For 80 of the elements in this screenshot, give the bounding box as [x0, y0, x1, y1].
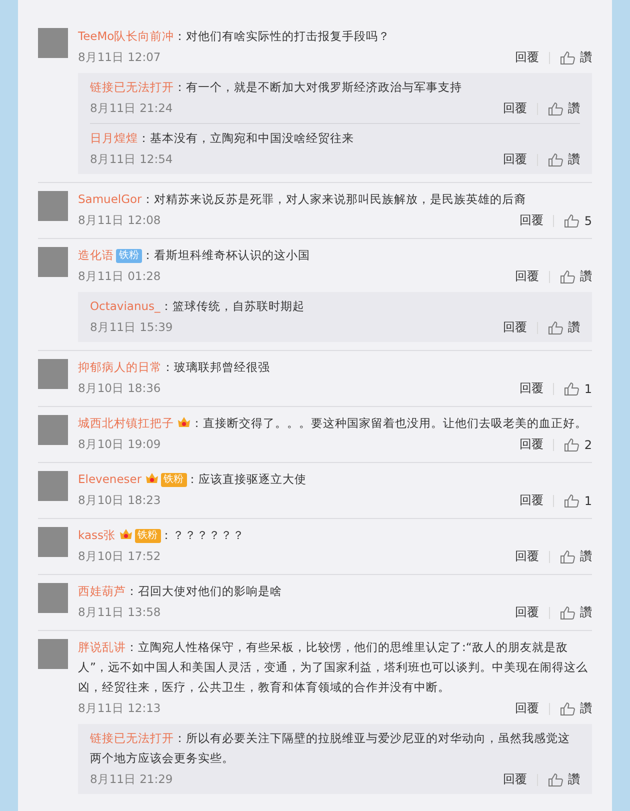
thumbs-up-icon	[560, 606, 575, 620]
thumbs-up-icon	[560, 702, 575, 716]
comment-time: 8月10日 18:23	[78, 493, 162, 508]
thumbs-up-icon	[564, 494, 580, 508]
like-button[interactable]: 讚	[548, 319, 580, 336]
reply-link[interactable]: 回覆	[515, 49, 539, 66]
thumbs-up-icon	[560, 550, 575, 564]
comment-time: 8月11日 12:54	[90, 152, 174, 167]
like-button[interactable]: 讚	[560, 604, 592, 621]
comment-time: 8月11日 01:28	[78, 269, 162, 284]
like-button[interactable]: 讚	[560, 700, 592, 717]
crown-icon	[177, 415, 191, 429]
avatar-placeholder	[38, 359, 68, 389]
reply-link[interactable]: 回覆	[519, 492, 544, 509]
like-button[interactable]: 1	[564, 382, 592, 396]
crown-icon	[144, 471, 159, 485]
avatar-placeholder	[38, 28, 68, 58]
like-button[interactable]: 讚	[560, 49, 592, 66]
reply-link[interactable]: 回覆	[515, 604, 539, 621]
like-button[interactable]: 讚	[560, 268, 592, 285]
comment-text: 抑郁病人的日常：玻璃联邦曾经很强	[78, 359, 271, 376]
thumbs-up-icon	[560, 270, 575, 284]
comment-text: 链接已无法打开：有一个，就是不断加大对俄罗斯经济政治与军事支持	[90, 79, 463, 96]
comment-text: SamuelGor：对精苏来说反苏是死罪，对人家来说那叫民族解放，是民族英雄的后裔	[78, 191, 527, 208]
comment-time: 8月11日 21:24	[90, 101, 174, 116]
comment-time: 8月11日 13:58	[78, 605, 162, 620]
comment-time: 8月11日 21:29	[90, 772, 174, 787]
comment-text: Eleveneser 铁粉 ：应该直接驱逐立大使	[78, 470, 308, 489]
comment-time: 8月11日 12:07	[78, 50, 162, 65]
comment-time: 8月11日 12:13	[78, 701, 162, 716]
avatar-placeholder	[38, 247, 68, 277]
avatar-placeholder	[38, 583, 68, 613]
reply-link[interactable]: 回覆	[519, 212, 544, 229]
comment-text: 胖说乱讲：立陶宛人性格保守，有些呆板，比较愣，他们的思维里认定了:“敌人的朋友就是敌人”，远不如中国人和美国人灵活，变通，为了国家利益，塔利班也可以谈判。中美现在闹得这么凶，经贸往来，医疗，公共卫生，教育和体育领域的合作并没有中断。	[78, 639, 589, 696]
crown-icon	[118, 527, 132, 541]
like-button[interactable]: 讚	[548, 771, 580, 788]
comment-time: 8月10日 19:09	[78, 437, 162, 452]
comment-time: 8月11日 15:39	[90, 320, 174, 335]
comment-time: 8月10日 18:36	[78, 381, 162, 396]
avatar-placeholder	[38, 527, 68, 557]
like-button[interactable]: 2	[564, 438, 592, 452]
like-button[interactable]: 1	[564, 494, 592, 508]
comment-text: 西娃葫芦：召回大使对他们的影响是啥	[78, 583, 283, 600]
thumbs-up-icon	[548, 152, 563, 166]
reply-link[interactable]: 回覆	[515, 548, 539, 565]
comment-text: Octavianus_：篮球传统，自苏联时期起	[90, 298, 306, 315]
avatar-placeholder	[38, 471, 68, 501]
like-button[interactable]: 讚	[560, 548, 592, 565]
reply-link[interactable]: 回覆	[503, 151, 527, 168]
comment-time: 8月10日 17:52	[78, 549, 162, 564]
reply-link[interactable]: 回覆	[515, 268, 539, 285]
comment-text: 造化语 铁粉 ：看斯坦科维奇杯认识的这小国	[78, 247, 311, 265]
thumbs-up-icon	[560, 50, 575, 64]
comment-text: 链接已无法打开：所以有必要关注下隔壁的拉脱维亚与爱沙尼亚的对华动向，虽然我感觉这两个地方应该会更务实些。	[90, 730, 571, 767]
reply-link[interactable]: 回覆	[515, 700, 539, 717]
like-button[interactable]: 讚	[548, 100, 580, 117]
reply-link[interactable]: 回覆	[519, 436, 544, 453]
thumbs-up-icon	[548, 772, 563, 786]
reply-link[interactable]: 回覆	[503, 100, 527, 117]
reply-link[interactable]: 回覆	[503, 771, 527, 788]
avatar-placeholder	[38, 191, 68, 221]
thumbs-up-icon	[548, 102, 563, 116]
thumbs-up-icon	[548, 320, 563, 334]
like-button[interactable]: 5	[564, 214, 592, 228]
comment-text: 城西北村镇扛把子 ：直接断交得了。。。要这种国家留着也没用。让他们去吸老美的血正好。	[78, 414, 588, 432]
fan-badge: 铁粉	[160, 473, 187, 487]
comment-time: 8月11日 12:08	[78, 213, 162, 228]
reply-link[interactable]: 回覆	[503, 319, 527, 336]
fan-badge: 铁粉	[116, 249, 142, 263]
thumbs-up-icon	[564, 214, 580, 228]
reply-link[interactable]: 回覆	[519, 380, 544, 397]
thumbs-up-icon	[564, 382, 580, 396]
thumbs-up-icon	[564, 438, 580, 452]
avatar-placeholder	[38, 639, 68, 669]
fan-badge: 铁粉	[134, 529, 160, 543]
comment-text: 日月煌煌：基本没有，立陶宛和中国没啥经贸往来	[90, 130, 355, 147]
like-button[interactable]: 讚	[548, 151, 580, 168]
avatar-placeholder	[38, 415, 68, 445]
comment-text: TeeMo队长向前冲：对他们有啥实际性的打击报复手段吗？	[78, 28, 392, 45]
comment-text: kass张 铁粉 ：？？？？？？	[78, 526, 246, 545]
